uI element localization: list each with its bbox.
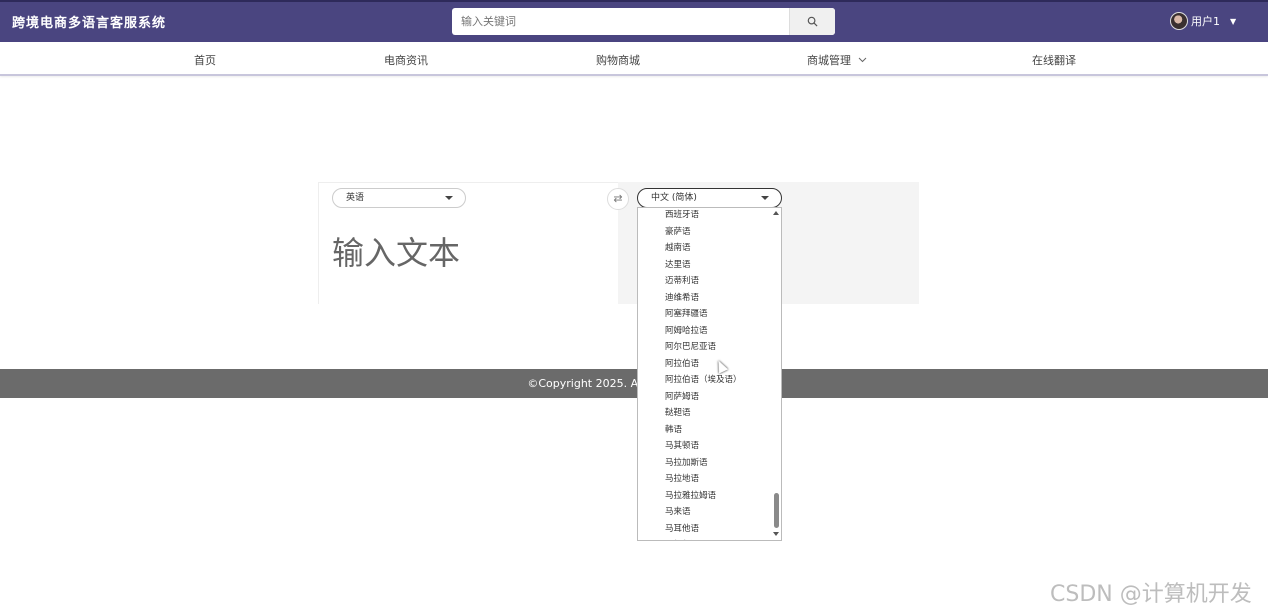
source-text-input[interactable]: 输入文本	[332, 228, 460, 274]
language-option[interactable]: 马来语	[665, 505, 691, 517]
scroll-up-icon[interactable]	[773, 211, 779, 215]
main-nav: 首页 电商资讯 购物商城 商城管理 在线翻译	[0, 42, 1268, 76]
nav-item-news[interactable]: 电商资讯	[384, 52, 428, 68]
scrollbar-thumb[interactable]	[774, 493, 779, 528]
swap-languages-button[interactable]: ⇄	[607, 188, 629, 210]
language-option[interactable]: 越南语	[665, 241, 691, 253]
nav-item-home[interactable]: 首页	[194, 52, 216, 68]
language-option[interactable]: 马拉地语	[665, 472, 699, 484]
language-option[interactable]: 韩语	[665, 423, 682, 435]
scroll-down-icon[interactable]	[773, 532, 779, 536]
language-option[interactable]: 阿尔巴尼亚语	[665, 340, 716, 352]
language-option[interactable]: 西班牙语	[665, 208, 699, 220]
language-option[interactable]: 马耳他语	[665, 522, 699, 534]
source-language-select[interactable]: 英语	[332, 188, 466, 208]
language-option[interactable]: 阿拉伯语	[665, 357, 699, 369]
chevron-down-icon	[858, 57, 866, 63]
swap-icon: ⇄	[613, 192, 623, 205]
language-dropdown[interactable]: 西班牙语 豪萨语 越南语 达里语 迈蒂利语 迪维希语 阿塞拜疆语 阿姆哈拉语 阿尔巴尼亚语 阿拉伯…	[637, 207, 782, 541]
language-option[interactable]: 迈蒂利语	[665, 274, 699, 286]
language-option[interactable]: 马拉加斯语	[665, 456, 708, 468]
language-option[interactable]: 鞑靼语	[665, 406, 691, 418]
target-language-select[interactable]: 中文 (简体)	[637, 188, 782, 208]
nav-item-translate[interactable]: 在线翻译	[1032, 52, 1076, 68]
language-option[interactable]: 马绍尔语	[665, 538, 699, 540]
site-title: 跨境电商多语言客服系统	[12, 16, 167, 31]
caret-down-icon	[445, 196, 453, 200]
user-name: 用户1	[1191, 15, 1220, 28]
language-option[interactable]: 阿拉伯语（埃及语）	[665, 373, 742, 385]
language-option[interactable]: 阿萨姆语	[665, 390, 699, 402]
language-option[interactable]: 马其顿语	[665, 439, 699, 451]
watermark: CSDN @计算机开发	[1050, 582, 1252, 607]
target-language-label: 中文 (简体)	[651, 193, 697, 203]
footer: ©Copyright 2025. All Rights Reserved.	[0, 369, 1268, 398]
dropdown-scrollbar[interactable]	[771, 208, 781, 540]
nav-item-mall-admin[interactable]: 商城管理	[807, 52, 867, 68]
search-button[interactable]	[789, 8, 835, 35]
language-option[interactable]: 马拉雅拉姆语	[665, 489, 716, 501]
top-bar: 跨境电商多语言客服系统 用户1 ▼	[0, 0, 1268, 42]
language-option[interactable]: 阿塞拜疆语	[665, 307, 708, 319]
avatar	[1170, 12, 1188, 30]
user-menu[interactable]: 用户1 ▼	[1170, 12, 1236, 30]
language-option[interactable]: 豪萨语	[665, 225, 691, 237]
language-option[interactable]: 阿姆哈拉语	[665, 324, 708, 336]
language-option[interactable]: 迪维希语	[665, 291, 699, 303]
search-box	[452, 8, 835, 35]
source-language-label: 英语	[346, 193, 365, 203]
caret-down-icon	[761, 196, 769, 200]
search-icon	[807, 16, 818, 27]
nav-item-label: 商城管理	[807, 54, 851, 67]
language-option[interactable]: 达里语	[665, 258, 691, 270]
caret-down-icon: ▼	[1230, 16, 1237, 26]
search-input[interactable]	[452, 8, 789, 35]
nav-item-mall[interactable]: 购物商城	[596, 52, 640, 68]
